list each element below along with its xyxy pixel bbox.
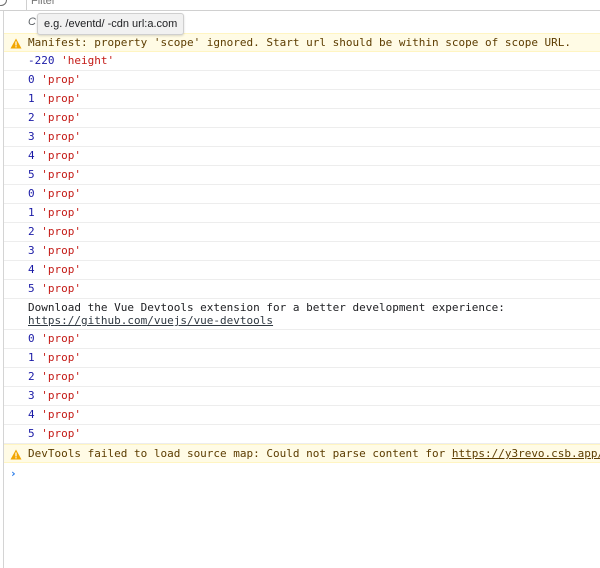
log-number: 4	[28, 263, 35, 276]
log-string: 'prop'	[41, 92, 81, 105]
log-string: 'prop'	[41, 149, 81, 162]
filter-tooltip: e.g. /eventd/ -cdn url:a.com	[37, 13, 185, 35]
log-string: 'prop'	[41, 244, 81, 257]
warning-text: Manifest: property 'scope' ignored. Star…	[28, 36, 572, 49]
log-string: 'prop'	[41, 206, 81, 219]
log-row-prop[interactable]: 3 'prop'	[4, 128, 600, 147]
log-number: 0	[28, 332, 35, 345]
log-row-prop[interactable]: 4 'prop'	[4, 261, 600, 280]
log-row-vue-devtools[interactable]: Download the Vue Devtools extension for …	[4, 299, 600, 330]
log-number: 4	[28, 149, 35, 162]
log-number: 2	[28, 225, 35, 238]
log-string: 'prop'	[41, 111, 81, 124]
warning-row-sourcemap[interactable]: DevTools failed to load source map: Coul…	[4, 444, 600, 463]
log-number: 3	[28, 389, 35, 402]
log-row-prop[interactable]: 5 'prop'	[4, 166, 600, 185]
log-row-prop[interactable]: 0 'prop'	[4, 330, 600, 349]
log-row-prop[interactable]: 2 'prop'	[4, 223, 600, 242]
log-row-prop[interactable]: 3 'prop'	[4, 387, 600, 406]
log-number: 1	[28, 206, 35, 219]
log-string: 'height'	[61, 54, 115, 67]
toolbar-divider	[26, 0, 27, 10]
filter-input[interactable]	[31, 0, 231, 8]
log-number: 0	[28, 73, 35, 86]
log-row-prop[interactable]: 0 'prop'	[4, 71, 600, 90]
log-number: 5	[28, 427, 35, 440]
log-string: 'prop'	[41, 168, 81, 181]
log-string: 'prop'	[41, 130, 81, 143]
log-string: 'prop'	[41, 263, 81, 276]
log-string: 'prop'	[41, 225, 81, 238]
console-prompt[interactable]: ›	[4, 463, 600, 483]
log-number: 1	[28, 351, 35, 364]
log-row-prop[interactable]: 2 'prop'	[4, 368, 600, 387]
console-toolbar	[0, 0, 600, 11]
vue-devtools-link[interactable]: https://github.com/vuejs/vue-devtools	[28, 314, 600, 327]
log-string: 'prop'	[41, 351, 81, 364]
log-string: 'prop'	[41, 408, 81, 421]
log-number: 3	[28, 244, 35, 257]
log-number: 3	[28, 130, 35, 143]
warning-icon	[10, 449, 22, 460]
log-row-prop[interactable]: 5 'prop'	[4, 425, 600, 444]
log-number: 5	[28, 282, 35, 295]
partial-text: C	[28, 16, 36, 28]
log-number: 0	[28, 187, 35, 200]
log-string: 'prop'	[41, 73, 81, 86]
prompt-chevron-icon: ›	[10, 467, 17, 480]
log-string: 'prop'	[41, 282, 81, 295]
log-row-prop[interactable]: 4 'prop'	[4, 406, 600, 425]
log-row-prop[interactable]: 1 'prop'	[4, 204, 600, 223]
log-row-prop[interactable]: 0 'prop'	[4, 185, 600, 204]
log-string: 'prop'	[41, 427, 81, 440]
log-number: 4	[28, 408, 35, 421]
log-string: 'prop'	[41, 187, 81, 200]
log-number: 2	[28, 111, 35, 124]
log-number: 5	[28, 168, 35, 181]
warning-icon	[10, 38, 22, 49]
log-row-height[interactable]: -220 'height'	[4, 52, 600, 71]
clear-console-icon[interactable]	[0, 0, 7, 6]
log-string: 'prop'	[41, 389, 81, 402]
warning-text: DevTools failed to load source map: Coul…	[28, 447, 452, 460]
log-row-prop[interactable]: 4 'prop'	[4, 147, 600, 166]
log-row-prop[interactable]: 1 'prop'	[4, 90, 600, 109]
log-string: 'prop'	[41, 370, 81, 383]
warning-row-manifest[interactable]: Manifest: property 'scope' ignored. Star…	[4, 33, 600, 52]
console-messages: Manifest: property 'scope' ignored. Star…	[4, 33, 600, 483]
log-row-prop[interactable]: 2 'prop'	[4, 109, 600, 128]
log-row-prop[interactable]: 1 'prop'	[4, 349, 600, 368]
log-number: 2	[28, 370, 35, 383]
log-row-prop[interactable]: 3 'prop'	[4, 242, 600, 261]
log-number: -220	[28, 54, 55, 67]
log-row-prop[interactable]: 5 'prop'	[4, 280, 600, 299]
vue-message-text: Download the Vue Devtools extension for …	[28, 301, 505, 314]
log-string: 'prop'	[41, 332, 81, 345]
log-number: 1	[28, 92, 35, 105]
sourcemap-link[interactable]: https://y3revo.csb.app/	[452, 447, 600, 460]
